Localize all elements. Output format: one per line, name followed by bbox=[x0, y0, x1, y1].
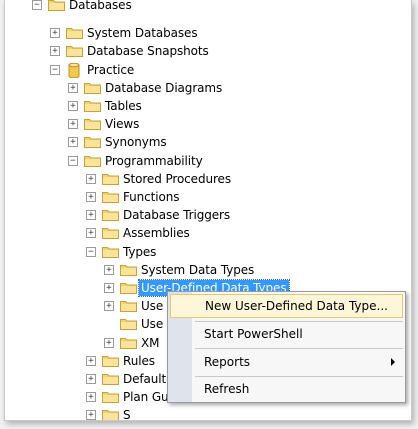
tree-node-label: Rules bbox=[123, 354, 155, 368]
menu-item-refresh[interactable]: Refresh bbox=[168, 378, 405, 400]
tree-node[interactable]: − Databases bbox=[5, 0, 411, 14]
tree-node-label: System Databases bbox=[87, 26, 198, 40]
folder-icon bbox=[84, 135, 101, 148]
tree-node-label: XM bbox=[141, 336, 160, 350]
collapse-toggle-icon[interactable]: − bbox=[32, 0, 42, 10]
tree-node[interactable]: − Practice bbox=[5, 61, 411, 79]
expand-toggle-icon[interactable]: + bbox=[86, 374, 96, 384]
expand-toggle-icon[interactable]: + bbox=[86, 174, 96, 184]
tree-node-label: S bbox=[123, 408, 131, 421]
tree-node-label: Default bbox=[123, 372, 167, 386]
tree-node[interactable]: + Tables bbox=[5, 97, 411, 115]
tree-node[interactable]: + Stored Procedures bbox=[5, 170, 411, 188]
folder-icon bbox=[102, 245, 119, 258]
tree-node[interactable]: + Database Snapshots bbox=[5, 42, 411, 60]
folder-icon bbox=[120, 281, 137, 294]
folder-icon bbox=[102, 372, 119, 385]
tree-node[interactable]: + Views bbox=[5, 115, 411, 133]
menu-separator bbox=[195, 321, 403, 322]
tree-node[interactable]: + Database Triggers bbox=[5, 206, 411, 224]
folder-icon bbox=[66, 44, 83, 57]
menu-item-reports[interactable]: Reports bbox=[168, 351, 405, 373]
expand-toggle-icon[interactable]: + bbox=[50, 46, 60, 56]
menu-item-label: Refresh bbox=[204, 382, 250, 396]
tree-node-label: Database Diagrams bbox=[105, 81, 223, 95]
folder-icon bbox=[102, 408, 119, 420]
tree-node-label: Stored Procedures bbox=[123, 172, 231, 186]
tree-node-label: System Data Types bbox=[141, 263, 255, 277]
folder-icon bbox=[102, 190, 119, 203]
tree-node-label: Practice bbox=[87, 63, 135, 77]
tree-node[interactable]: + Functions bbox=[5, 188, 411, 206]
tree-node-label: Programmability bbox=[105, 154, 203, 168]
folder-icon bbox=[102, 390, 119, 403]
collapse-toggle-icon[interactable]: − bbox=[86, 247, 96, 257]
expand-toggle-icon[interactable]: + bbox=[104, 338, 114, 348]
expand-toggle-icon[interactable]: + bbox=[104, 301, 114, 311]
folder-icon bbox=[120, 317, 137, 330]
expand-toggle-icon[interactable]: + bbox=[86, 192, 96, 202]
tree-node-label: Functions bbox=[123, 190, 180, 204]
tree-node[interactable]: + Synonyms bbox=[5, 133, 411, 151]
expand-toggle-icon[interactable]: + bbox=[86, 356, 96, 366]
expand-toggle-icon[interactable]: + bbox=[86, 228, 96, 238]
tree-node[interactable]: + S bbox=[5, 406, 411, 421]
object-explorer-panel: − Databases + System Databases + Database Sna… bbox=[4, 0, 412, 421]
expand-toggle-icon[interactable]: + bbox=[86, 392, 96, 402]
folder-icon bbox=[84, 154, 101, 167]
menu-item-label: Reports bbox=[204, 355, 251, 369]
expand-toggle-icon[interactable]: + bbox=[68, 101, 78, 111]
tree-node-label: Database Triggers bbox=[123, 208, 231, 222]
expand-toggle-icon[interactable]: + bbox=[68, 119, 78, 129]
collapse-toggle-icon[interactable]: − bbox=[50, 65, 60, 75]
folder-icon bbox=[102, 172, 119, 185]
database-icon bbox=[66, 62, 83, 79]
menu-separator bbox=[195, 348, 403, 349]
folder-icon bbox=[120, 263, 137, 276]
menu-item-start-powershell[interactable]: Start PowerShell bbox=[168, 323, 405, 345]
expand-toggle-icon[interactable]: + bbox=[86, 210, 96, 220]
expand-toggle-icon[interactable]: + bbox=[104, 265, 114, 275]
tree-node-label: Plan Gu bbox=[123, 390, 169, 404]
expand-toggle-icon[interactable]: + bbox=[104, 283, 114, 293]
tree-node-label: Views bbox=[105, 117, 140, 131]
tree-node[interactable]: + System Data Types bbox=[5, 261, 411, 279]
expand-toggle-icon[interactable]: + bbox=[68, 83, 78, 93]
folder-icon bbox=[120, 299, 137, 312]
expand-toggle-icon[interactable]: + bbox=[86, 410, 96, 420]
tree-node-label: Synonyms bbox=[105, 135, 167, 149]
folder-icon bbox=[66, 26, 83, 39]
folder-icon bbox=[102, 208, 119, 221]
menu-item-label: Start PowerShell bbox=[204, 327, 303, 341]
folder-icon bbox=[84, 117, 101, 130]
tree-node-label: Databases bbox=[69, 0, 132, 12]
expand-toggle-icon[interactable]: + bbox=[50, 28, 60, 38]
folder-icon bbox=[84, 81, 101, 94]
tree-node[interactable]: − Types bbox=[5, 243, 411, 261]
expand-toggle-icon[interactable]: + bbox=[68, 137, 78, 147]
tree-node-label: Types bbox=[123, 245, 157, 259]
tree-node[interactable]: + System Databases bbox=[5, 24, 411, 42]
tree-node-label: Tables bbox=[105, 99, 142, 113]
folder-icon bbox=[120, 336, 137, 349]
context-menu: New User-Defined Data Type... Start Powe… bbox=[167, 291, 406, 403]
folder-icon bbox=[102, 354, 119, 367]
submenu-arrow-icon bbox=[391, 358, 395, 366]
tree-node-label: Use bbox=[141, 299, 164, 313]
tree-node[interactable]: − Programmability bbox=[5, 152, 411, 170]
menu-item-label: New User-Defined Data Type... bbox=[205, 299, 388, 313]
tree-node[interactable]: + Database Diagrams bbox=[5, 79, 411, 97]
folder-icon bbox=[102, 226, 119, 239]
folder-icon bbox=[48, 0, 65, 11]
menu-separator bbox=[195, 376, 403, 377]
menu-item-new-user-defined-data-type[interactable]: New User-Defined Data Type... bbox=[170, 294, 403, 318]
tree-node-label: Assemblies bbox=[123, 226, 190, 240]
folder-icon bbox=[84, 99, 101, 112]
collapse-toggle-icon[interactable]: − bbox=[68, 156, 78, 166]
tree-node[interactable]: + Assemblies bbox=[5, 224, 411, 242]
tree-node-label: Database Snapshots bbox=[87, 44, 209, 58]
tree-node-label: Use bbox=[141, 317, 164, 331]
